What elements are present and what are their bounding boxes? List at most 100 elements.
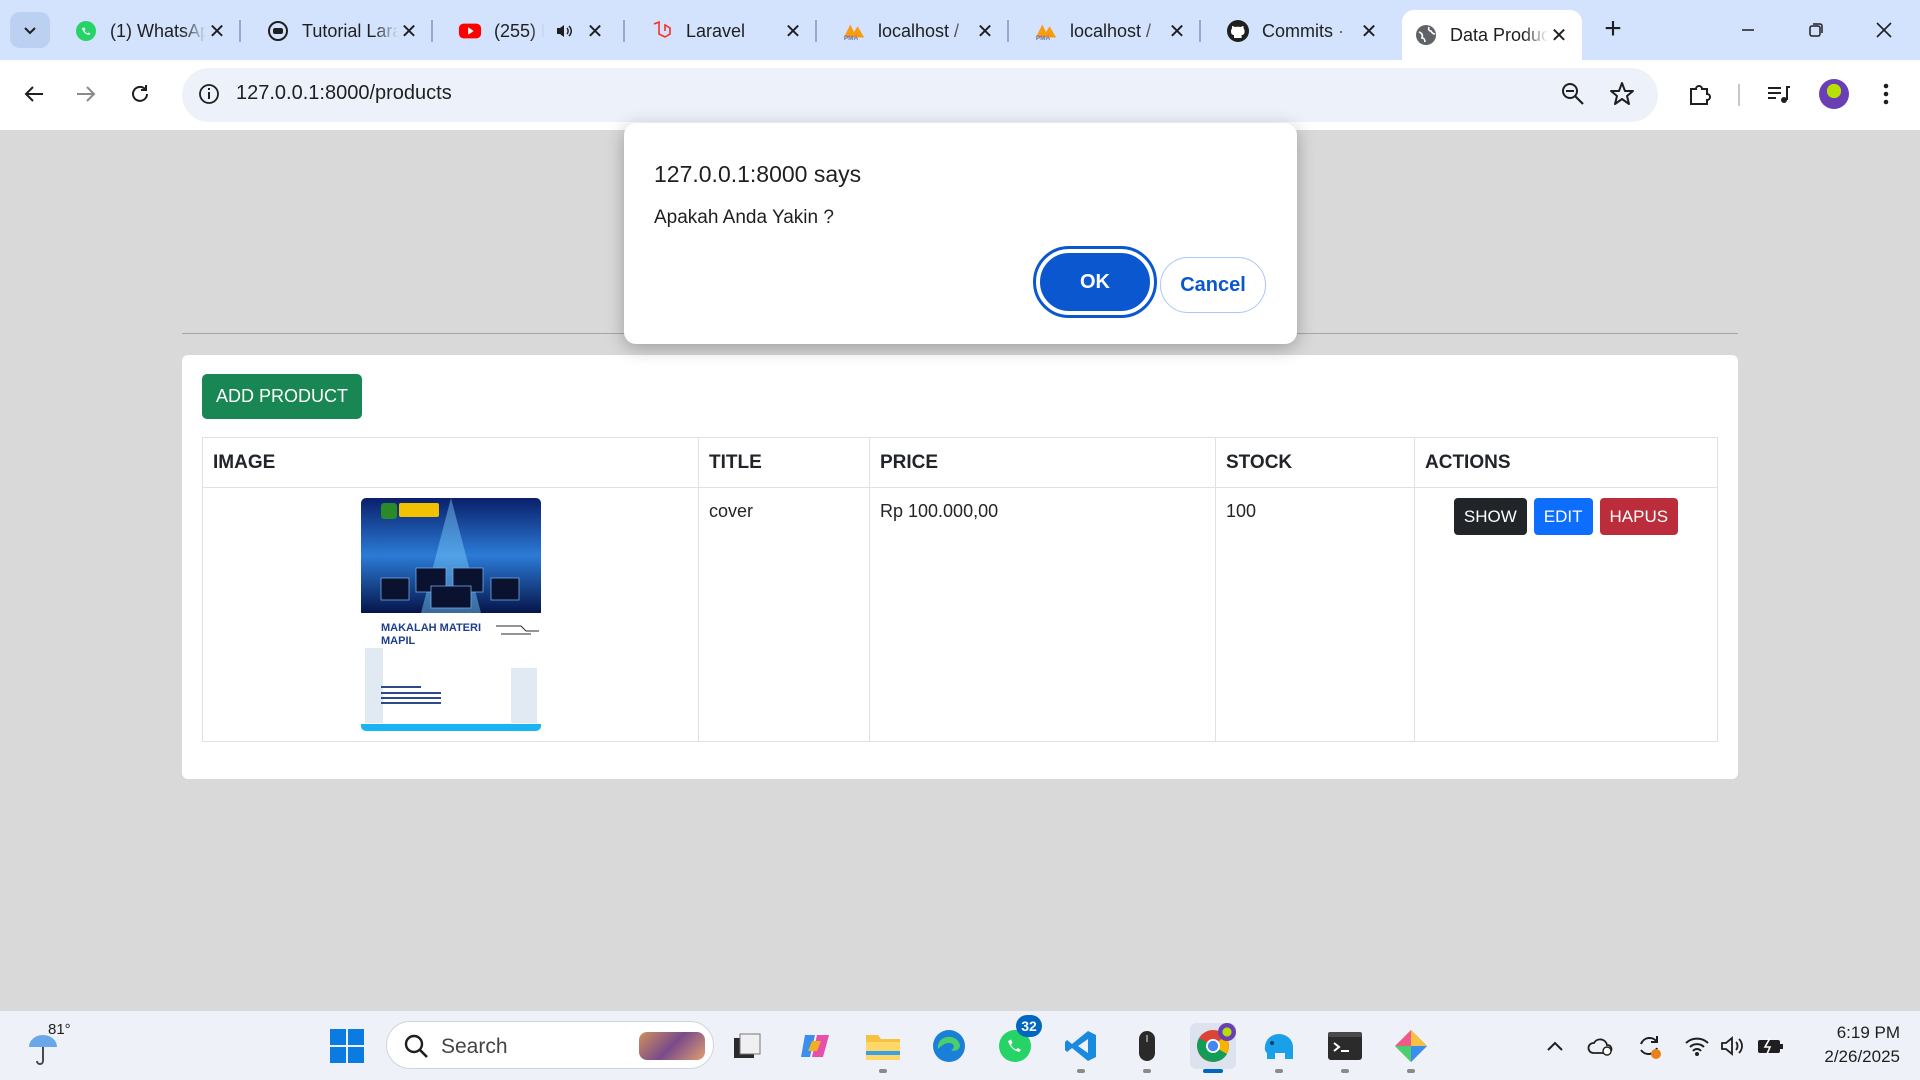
notification-badge: 32	[1016, 1015, 1042, 1037]
clock-date: 2/26/2025	[1824, 1047, 1900, 1066]
delete-button[interactable]: HAPUS	[1599, 498, 1679, 535]
onedrive-tray-icon[interactable]	[1586, 1031, 1616, 1061]
close-window-button[interactable]	[1862, 10, 1906, 50]
tab-phpmyadmin-2[interactable]: PMA localhost / ✕	[1022, 10, 1201, 52]
puzzle-icon	[1690, 85, 1711, 105]
tab-separator	[1007, 20, 1009, 42]
tab-search-button[interactable]	[10, 12, 50, 48]
speaker-icon[interactable]	[554, 21, 574, 41]
cancel-button[interactable]: Cancel	[1160, 257, 1266, 313]
close-tab-icon[interactable]: ✕	[206, 20, 228, 43]
close-tab-icon[interactable]: ✕	[1548, 24, 1570, 47]
restore-button[interactable]	[1794, 10, 1838, 50]
cloud-sync-icon	[1587, 1038, 1613, 1056]
minimize-button[interactable]	[1726, 10, 1770, 50]
chrome-button[interactable]	[1190, 1023, 1236, 1073]
ok-button[interactable]: OK	[1033, 246, 1157, 318]
battery-tray-icon[interactable]	[1756, 1031, 1786, 1061]
weather-temperature: 81°	[48, 1021, 71, 1038]
chevron-down-icon	[24, 27, 36, 35]
arrow-right-icon	[77, 86, 96, 102]
zoom-icon[interactable]	[1560, 81, 1586, 112]
task-view-button[interactable]	[724, 1023, 770, 1069]
reload-button[interactable]	[120, 74, 160, 114]
close-tab-icon[interactable]: ✕	[398, 20, 420, 43]
show-hidden-icons-button[interactable]	[1540, 1031, 1570, 1061]
folder-icon	[866, 1035, 900, 1060]
close-tab-icon[interactable]: ✕	[584, 20, 606, 43]
product-stock-cell: 100	[1215, 487, 1415, 742]
app-blue-button[interactable]	[1256, 1023, 1302, 1073]
sync-alert-icon	[1640, 1036, 1661, 1059]
product-cover-image: MAKALAH MATERI MAPIL	[360, 498, 541, 731]
url-text[interactable]: 127.0.0.1:8000/products	[236, 82, 452, 105]
weather-widget[interactable]: 81°	[26, 1021, 86, 1071]
windows-logo-icon	[330, 1029, 364, 1063]
copilot-button[interactable]	[793, 1023, 839, 1069]
media-control-button[interactable]	[1758, 74, 1798, 114]
sync-tray-icon[interactable]	[1634, 1031, 1664, 1061]
close-tab-icon[interactable]: ✕	[1358, 20, 1380, 43]
bookmark-star-icon[interactable]	[1608, 80, 1636, 113]
edge-button[interactable]	[926, 1023, 972, 1069]
vscode-button[interactable]	[1058, 1023, 1104, 1073]
taskbar-search[interactable]: Search	[386, 1021, 714, 1069]
tab-whatsapp[interactable]: (1) WhatsApp ✕	[62, 10, 241, 52]
start-button[interactable]	[324, 1023, 370, 1069]
whatsapp-taskbar-button[interactable]: 32	[992, 1015, 1042, 1069]
minimize-icon	[1742, 29, 1754, 31]
search-highlight-image	[639, 1032, 705, 1060]
mouse-icon	[1139, 1031, 1155, 1061]
whatsapp-icon	[74, 19, 98, 43]
tab-title: localhost /	[1070, 20, 1152, 41]
more-vert-icon	[1883, 83, 1889, 105]
extensions-button[interactable]	[1680, 74, 1720, 114]
tab-title: (1) WhatsApp	[110, 20, 206, 41]
phpmyadmin-icon: PMA	[1034, 19, 1058, 43]
elephant-icon	[1264, 1034, 1293, 1059]
tab-tutorial-laravel[interactable]: Tutorial Laravel ✕	[254, 10, 433, 52]
wifi-tray-icon[interactable]	[1682, 1031, 1712, 1061]
diamond-app-icon	[1395, 1030, 1427, 1062]
tab-laravel[interactable]: Laravel ✕	[638, 10, 817, 52]
terminal-button[interactable]	[1322, 1023, 1368, 1073]
wifi-icon	[1685, 1037, 1709, 1056]
tab-data-products[interactable]: Data Products ✕	[1402, 10, 1582, 60]
product-image-cell: MAKALAH MATERI MAPIL	[202, 487, 699, 742]
chevron-up-icon	[1547, 1041, 1563, 1051]
svg-text:PMA: PMA	[1036, 35, 1051, 42]
show-button[interactable]: SHOW	[1453, 498, 1527, 535]
add-product-button[interactable]: ADD PRODUCT	[202, 374, 362, 419]
file-explorer-button[interactable]	[860, 1023, 906, 1073]
tab-github-commits[interactable]: Commits · ✕	[1214, 10, 1392, 52]
vscode-icon	[1065, 1031, 1096, 1061]
profile-avatar-button[interactable]	[1814, 74, 1854, 114]
terminal-icon	[1328, 1032, 1362, 1060]
colorful-app-button[interactable]	[1388, 1023, 1434, 1073]
mouse-app-button[interactable]	[1124, 1023, 1170, 1073]
browser-tab-strip: (1) WhatsApp ✕ Tutorial Laravel ✕ (255) …	[0, 0, 1920, 60]
tab-youtube[interactable]: (255) R ✕	[446, 10, 625, 52]
address-bar[interactable]: 127.0.0.1:8000/products	[182, 68, 1658, 122]
edit-button[interactable]: EDIT	[1533, 498, 1593, 535]
site-info-icon[interactable]	[196, 81, 222, 112]
search-label: Search	[441, 1035, 508, 1058]
svg-text:PMA: PMA	[844, 35, 859, 42]
close-tab-icon[interactable]: ✕	[974, 20, 996, 43]
close-tab-icon[interactable]: ✕	[1166, 20, 1188, 43]
forward-button[interactable]	[66, 74, 106, 114]
battery-charging-icon	[1758, 1037, 1783, 1055]
new-tab-button[interactable]: +	[1598, 12, 1628, 45]
products-table: IMAGE TITLE PRICE STOCK ACTIONS MAKALAH …	[202, 437, 1718, 742]
back-button[interactable]	[14, 74, 54, 114]
tab-separator	[431, 20, 433, 42]
tab-phpmyadmin-1[interactable]: PMA localhost / ✕	[830, 10, 1009, 52]
edge-icon	[933, 1030, 965, 1062]
profile-badge-icon	[1218, 1023, 1236, 1041]
taskbar-clock[interactable]: 6:19 PM 2/26/2025	[1800, 1021, 1900, 1069]
volume-tray-icon[interactable]	[1718, 1031, 1748, 1061]
close-tab-icon[interactable]: ✕	[782, 20, 804, 43]
tab-title: Laravel	[686, 20, 746, 41]
browser-menu-button[interactable]	[1866, 74, 1906, 114]
column-header-title: TITLE	[698, 437, 870, 488]
